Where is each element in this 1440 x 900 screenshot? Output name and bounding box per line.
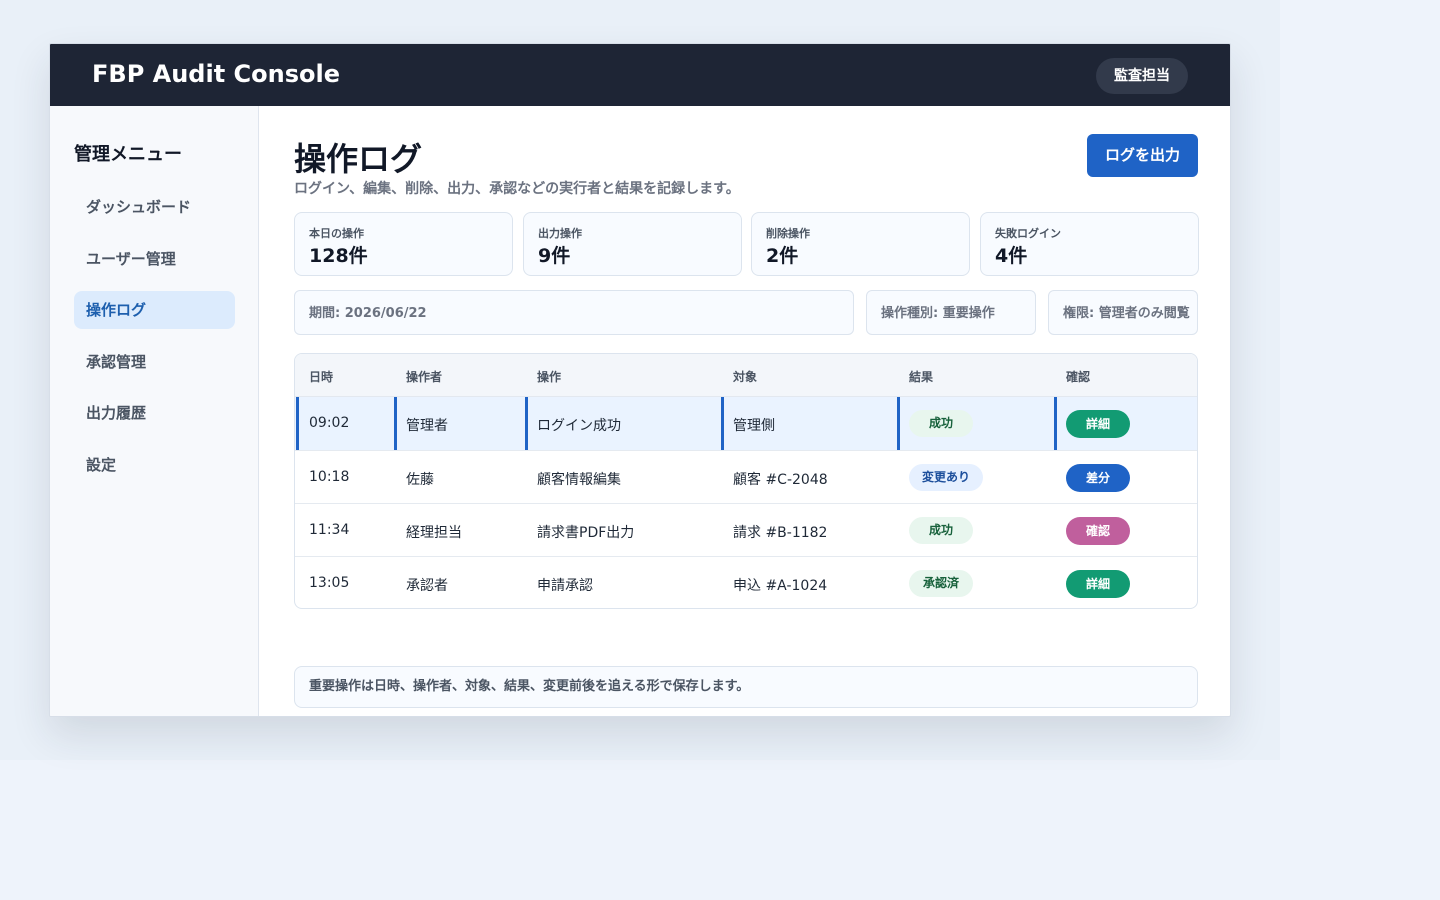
confirm-button[interactable]: 確認 bbox=[1066, 517, 1130, 545]
sidebar-item-operation-log[interactable]: 操作ログ bbox=[74, 291, 235, 330]
sidebar-nav: ダッシュボード ユーザー管理 操作ログ 承認管理 出力履歴 設定 bbox=[74, 188, 235, 498]
row-highlight-mark bbox=[1054, 397, 1057, 450]
sidebar-item-dashboard[interactable]: ダッシュボード bbox=[74, 188, 235, 226]
result-badge: 承認済 bbox=[909, 570, 973, 597]
sidebar-title: 管理メニュー bbox=[74, 144, 182, 165]
app-title: FBP Audit Console bbox=[92, 60, 340, 88]
cell-actor: 佐藤 bbox=[406, 472, 434, 488]
column-header-actor: 操作者 bbox=[406, 370, 443, 384]
sidebar-item-approval-management[interactable]: 承認管理 bbox=[74, 343, 235, 381]
table-row[interactable]: 13:05 承認者 申請承認 申込 #A-1024 承認済 詳細 bbox=[295, 556, 1197, 608]
column-header-time: 日時 bbox=[309, 370, 334, 384]
retention-note: 重要操作は日時、操作者、対象、結果、変更前後を追える形で保存します。 bbox=[294, 666, 1198, 708]
stat-card-export: 出力操作 9件 bbox=[523, 212, 742, 276]
stat-value: 2件 bbox=[766, 245, 799, 267]
filter-row: 期間: 2026/06/22 操作種別: 重要操作 権限: 管理者のみ閲覧 bbox=[294, 290, 1198, 335]
export-log-button[interactable]: ログを出力 bbox=[1087, 134, 1198, 177]
row-highlight-mark bbox=[721, 397, 724, 450]
main-content: 操作ログ ログイン、編集、削除、出力、承認などの実行者と結果を記録します。 ログ… bbox=[260, 106, 1230, 716]
stat-card-failed-login: 失敗ログイン 4件 bbox=[980, 212, 1199, 276]
column-header-confirm: 確認 bbox=[1066, 370, 1091, 384]
cell-time: 09:02 bbox=[309, 415, 350, 431]
diff-button[interactable]: 差分 bbox=[1066, 464, 1130, 492]
stat-label: 削除操作 bbox=[766, 227, 810, 240]
cell-actor: 管理者 bbox=[406, 418, 448, 434]
cell-target: 顧客 #C-2048 bbox=[733, 472, 828, 488]
role-badge[interactable]: 監査担当 bbox=[1096, 58, 1188, 94]
top-bar: FBP Audit Console 監査担当 bbox=[50, 44, 1230, 106]
cell-actor: 承認者 bbox=[406, 578, 448, 594]
result-badge: 変更あり bbox=[909, 464, 984, 491]
stat-label: 出力操作 bbox=[538, 227, 582, 240]
column-header-result: 結果 bbox=[909, 370, 934, 384]
result-badge: 成功 bbox=[909, 410, 973, 437]
cell-operation: 顧客情報編集 bbox=[537, 472, 621, 488]
cell-operation: 申請承認 bbox=[537, 578, 593, 594]
detail-button[interactable]: 詳細 bbox=[1066, 410, 1130, 438]
sidebar-item-user-management[interactable]: ユーザー管理 bbox=[74, 240, 235, 278]
sidebar-item-export-history[interactable]: 出力履歴 bbox=[74, 394, 235, 432]
column-header-target: 対象 bbox=[733, 370, 758, 384]
sidebar: 管理メニュー ダッシュボード ユーザー管理 操作ログ 承認管理 出力履歴 設定 bbox=[50, 106, 259, 716]
stat-label: 本日の操作 bbox=[309, 227, 364, 240]
table-row[interactable]: 10:18 佐藤 顧客情報編集 顧客 #C-2048 変更あり 差分 bbox=[295, 450, 1197, 503]
table-header: 日時 操作者 操作 対象 結果 確認 bbox=[295, 354, 1197, 397]
permission-filter[interactable]: 権限: 管理者のみ閲覧 bbox=[1048, 290, 1198, 335]
stat-value: 4件 bbox=[995, 245, 1028, 267]
stat-value: 9件 bbox=[538, 245, 571, 267]
row-highlight-mark bbox=[525, 397, 528, 450]
cell-target: 管理側 bbox=[733, 418, 775, 434]
result-badge: 成功 bbox=[909, 517, 973, 544]
app-window: FBP Audit Console 監査担当 管理メニュー ダッシュボード ユー… bbox=[49, 43, 1231, 717]
column-header-operation: 操作 bbox=[537, 370, 562, 384]
cell-time: 10:18 bbox=[309, 469, 350, 485]
operation-log-table: 日時 操作者 操作 対象 結果 確認 09:02 管理者 ログイン成功 管理側 … bbox=[294, 353, 1198, 609]
table-row[interactable]: 11:34 経理担当 請求書PDF出力 請求 #B-1182 成功 確認 bbox=[295, 503, 1197, 556]
cell-operation: ログイン成功 bbox=[537, 418, 621, 434]
cell-target: 請求 #B-1182 bbox=[733, 525, 828, 541]
stat-card-delete: 削除操作 2件 bbox=[751, 212, 970, 276]
cell-operation: 請求書PDF出力 bbox=[537, 525, 635, 541]
row-highlight-mark bbox=[394, 397, 397, 450]
stat-value: 128件 bbox=[309, 245, 368, 267]
page-description: ログイン、編集、削除、出力、承認などの実行者と結果を記録します。 bbox=[294, 181, 740, 197]
period-filter[interactable]: 期間: 2026/06/22 bbox=[294, 290, 854, 335]
page-title: 操作ログ bbox=[294, 140, 423, 178]
cell-time: 11:34 bbox=[309, 522, 350, 538]
cell-time: 13:05 bbox=[309, 575, 350, 591]
stats-row: 本日の操作 128件 出力操作 9件 削除操作 2件 失敗ログイン 4件 bbox=[294, 212, 1199, 276]
table-row[interactable]: 09:02 管理者 ログイン成功 管理側 成功 詳細 bbox=[295, 397, 1197, 450]
detail-button[interactable]: 詳細 bbox=[1066, 570, 1130, 598]
stat-label: 失敗ログイン bbox=[995, 227, 1061, 240]
operation-type-filter[interactable]: 操作種別: 重要操作 bbox=[866, 290, 1036, 335]
stat-card-today: 本日の操作 128件 bbox=[294, 212, 513, 276]
row-highlight-mark bbox=[897, 397, 900, 450]
cell-actor: 経理担当 bbox=[406, 525, 462, 541]
sidebar-item-settings[interactable]: 設定 bbox=[74, 446, 235, 484]
row-highlight-mark bbox=[296, 397, 299, 450]
cell-target: 申込 #A-1024 bbox=[733, 578, 828, 594]
